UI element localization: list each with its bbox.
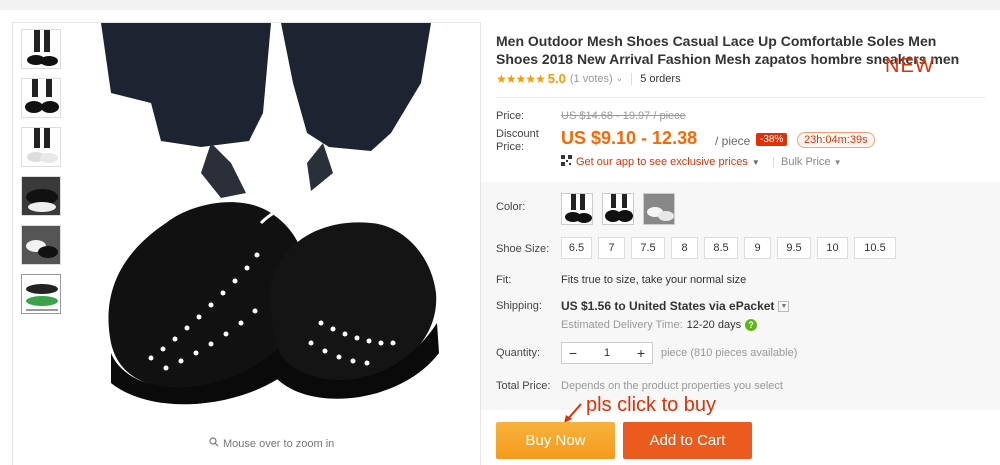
thumbnail-2[interactable] xyxy=(21,78,61,118)
total-price-hint: Depends on the product properties you se… xyxy=(561,380,783,392)
quantity-available: piece (810 pieces available) xyxy=(661,347,798,359)
search-icon xyxy=(209,437,219,450)
bulk-price-link[interactable]: Bulk Price ▼ xyxy=(781,156,842,168)
check-circle-icon: ? xyxy=(745,319,758,331)
shipping-label: Shipping: xyxy=(496,300,542,312)
buy-now-button[interactable]: Buy Now xyxy=(496,422,615,459)
color-option-1[interactable] xyxy=(561,193,593,225)
caret-down-icon: ▼ xyxy=(833,158,842,167)
price-label: Price: xyxy=(496,110,525,122)
thumbnail-3[interactable] xyxy=(21,127,61,167)
size-option[interactable]: 9.5 xyxy=(777,237,811,259)
cta-note: pls click to buy xyxy=(586,394,717,416)
title-divider xyxy=(496,97,986,98)
fit-label: Fit: xyxy=(496,274,512,286)
size-option[interactable]: 10.5 xyxy=(854,237,896,259)
bulk-price-label: Bulk Price xyxy=(781,156,831,168)
color-label: Color: xyxy=(496,201,526,213)
quantity-stepper: − 1 + xyxy=(561,342,653,364)
size-option[interactable]: 7.5 xyxy=(631,237,665,259)
qr-code-icon xyxy=(561,155,572,169)
decrease-button[interactable]: − xyxy=(562,345,584,361)
rating-row: ★★★★★ 5.0 (1 votes) ⌄ 5 orders xyxy=(496,71,681,86)
quantity-label: Quantity: xyxy=(496,347,541,359)
thumbnail-1[interactable] xyxy=(21,29,61,69)
size-option[interactable]: 7 xyxy=(598,237,625,259)
new-tag: NEW xyxy=(885,55,935,77)
per-piece-label: / piece xyxy=(715,134,751,148)
rating-stars: ★★★★★ xyxy=(496,71,546,86)
fit-text: Fits true to size, take your normal size xyxy=(561,274,747,286)
votes-link[interactable]: (1 votes) xyxy=(570,73,613,85)
total-price-label: Total Price: xyxy=(496,380,551,392)
quantity-value[interactable]: 1 xyxy=(584,347,630,359)
thumbnail-4[interactable] xyxy=(21,176,61,216)
add-to-cart-button[interactable]: Add to Cart xyxy=(623,422,752,459)
chevron-down-icon[interactable]: ⌄ xyxy=(616,73,624,84)
increase-button[interactable]: + xyxy=(630,345,652,361)
zoom-hint: Mouse over to zoom in xyxy=(209,437,334,450)
size-option[interactable]: 8 xyxy=(671,237,698,259)
thumbnail-5[interactable] xyxy=(21,225,61,265)
arrow-icon xyxy=(564,403,582,423)
product-info: Men Outdoor Mesh Shoes Casual Lace Up Co… xyxy=(481,22,1000,465)
thumbnail-6[interactable] xyxy=(21,274,61,314)
shipping-method[interactable]: US $1.56 to United States via ePacket ▼ xyxy=(561,299,790,313)
chevron-down-icon[interactable]: ▼ xyxy=(778,300,790,312)
size-label: Shoe Size: xyxy=(496,243,550,255)
bulk-divider xyxy=(773,157,774,168)
sku-panel xyxy=(481,182,1000,410)
discount-price: US $9.10 - 12.38 xyxy=(561,128,698,148)
caret-down-icon: ▼ xyxy=(751,157,760,167)
main-product-image[interactable] xyxy=(71,23,471,433)
color-option-3[interactable] xyxy=(643,193,675,225)
size-option[interactable]: 8.5 xyxy=(704,237,738,259)
app-promo-text: Get our app to see exclusive prices xyxy=(576,156,748,168)
shipping-text: US $1.56 to United States via ePacket xyxy=(561,299,775,313)
thumbnail-list xyxy=(21,29,63,323)
original-price: US $14.68 - 19.97 / piece xyxy=(561,110,686,122)
discount-price-label: Discount Price: xyxy=(496,128,539,153)
app-promo-link[interactable]: Get our app to see exclusive prices ▼ xyxy=(561,155,760,169)
zoom-hint-text: Mouse over to zoom in xyxy=(223,437,335,450)
product-gallery: Mouse over to zoom in xyxy=(12,22,481,465)
size-option[interactable]: 9 xyxy=(744,237,771,259)
top-strip xyxy=(0,0,1000,10)
divider xyxy=(631,72,633,85)
color-option-2[interactable] xyxy=(602,193,634,225)
size-option[interactable]: 10 xyxy=(817,237,848,259)
delivery-estimate: Estimated Delivery Time: 12-20 days ? xyxy=(561,319,758,331)
size-option[interactable]: 6.5 xyxy=(561,237,592,259)
orders-count: 5 orders xyxy=(640,72,681,85)
countdown-timer: 23h:04m:39s xyxy=(797,132,875,148)
eta-label: Estimated Delivery Time: xyxy=(561,319,683,331)
rating-score: 5.0 xyxy=(547,71,566,86)
discount-badge: -38% xyxy=(756,133,788,146)
eta-days: 12-20 days xyxy=(686,319,742,331)
